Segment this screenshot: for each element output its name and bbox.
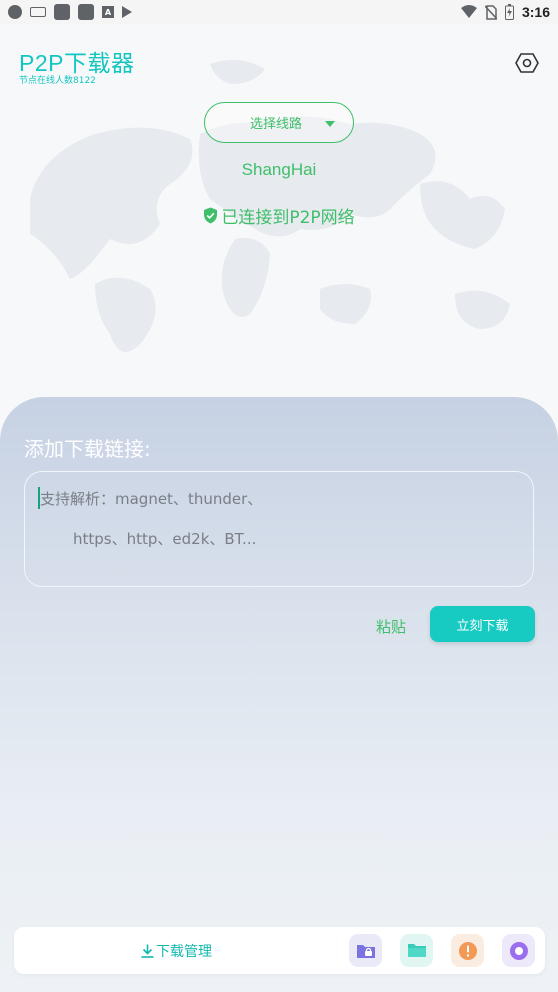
route-select-label: 选择线路 — [249, 117, 302, 132]
status-bar: A 3:16 — [0, 0, 558, 24]
node-location: ShangHai — [241, 160, 317, 179]
wifi-icon — [460, 5, 477, 18]
play-store-icon — [122, 6, 132, 18]
shield-check-icon — [204, 207, 218, 224]
paste-button[interactable]: 粘贴 — [376, 616, 406, 637]
connection-status: 已连接到P2P网络 — [0, 203, 558, 228]
settings-icon — [515, 53, 539, 73]
alert-icon — [458, 941, 477, 960]
private-folder-button[interactable] — [349, 934, 382, 967]
download-manager-tab[interactable]: 下载管理 — [141, 941, 212, 961]
clock-time: 3:16 — [521, 4, 550, 20]
input-placeholder-line2: https、http、ed2k、BT... — [73, 530, 257, 548]
folder-icon — [407, 944, 426, 957]
route-select-dropdown[interactable]: 选择线路 — [204, 102, 354, 143]
files-button[interactable] — [400, 934, 433, 967]
settings-button[interactable] — [515, 51, 539, 75]
no-sim-icon — [484, 4, 497, 20]
notice-button[interactable] — [451, 934, 484, 967]
record-button[interactable] — [502, 934, 535, 967]
caret-down-icon — [325, 121, 335, 127]
folder-lock-icon — [356, 944, 375, 958]
add-link-title: 添加下载链接: — [24, 437, 151, 461]
app-icon — [54, 4, 70, 20]
download-manager-label: 下载管理 — [156, 944, 212, 960]
connection-status-text: 已连接到P2P网络 — [221, 208, 355, 228]
a-icon: A — [102, 6, 114, 18]
battery-icon — [504, 4, 514, 20]
online-node-count: 节点在线人数8122 — [19, 76, 96, 86]
input-placeholder-line1: 支持解析：magnet、thunder、 — [40, 490, 263, 508]
record-icon — [509, 941, 528, 960]
download-now-button[interactable]: 立刻下载 — [430, 606, 535, 642]
keyboard-icon — [30, 7, 46, 17]
download-icon — [141, 944, 154, 958]
circle-icon — [8, 5, 22, 19]
app-icon — [78, 4, 94, 20]
download-now-label: 立刻下载 — [456, 618, 509, 634]
